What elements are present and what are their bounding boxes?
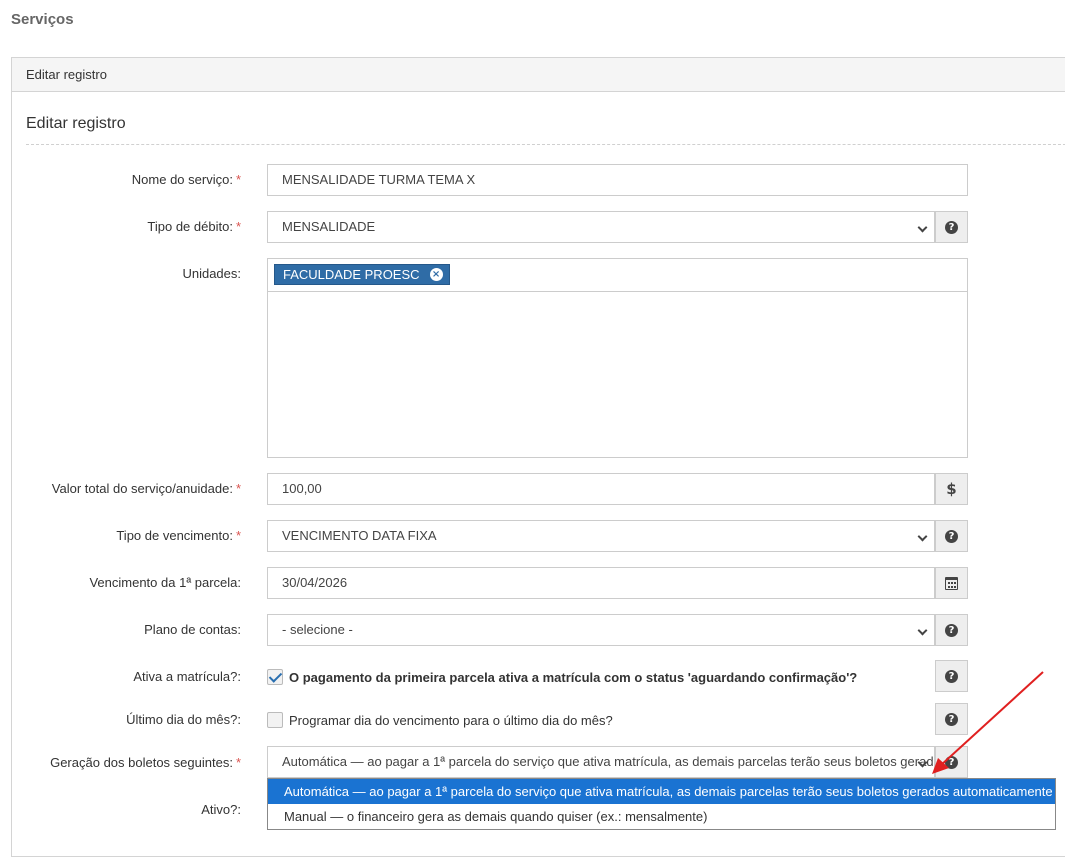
annotation-arrow-line bbox=[939, 671, 1044, 767]
annotation-arrow bbox=[932, 671, 1044, 774]
